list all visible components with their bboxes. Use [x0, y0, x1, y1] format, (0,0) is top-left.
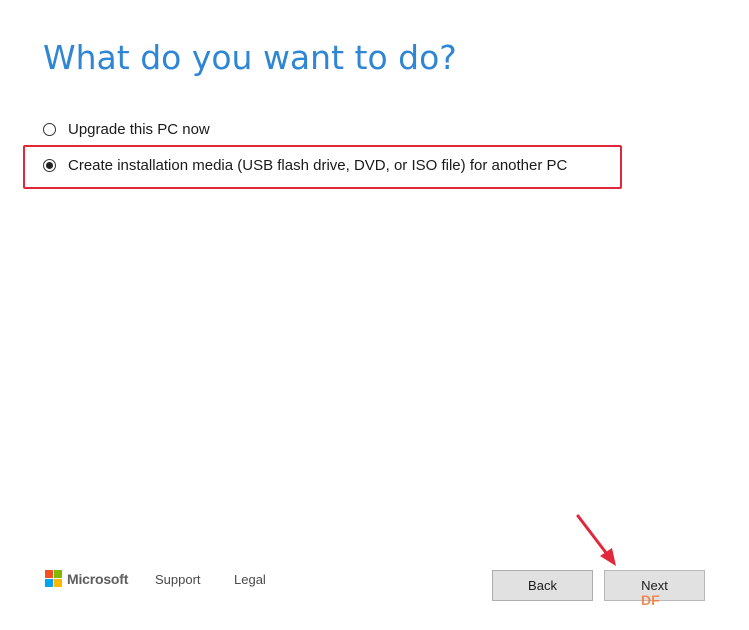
microsoft-logo: Microsoft: [45, 570, 128, 587]
page-title: What do you want to do?: [43, 38, 457, 77]
watermark-logo: DF: [641, 592, 660, 608]
legal-link[interactable]: Legal: [234, 572, 266, 587]
back-button[interactable]: Back: [492, 570, 593, 601]
microsoft-logo-icon: [45, 570, 62, 587]
option-label: Create installation media (USB flash dri…: [68, 157, 568, 174]
option-label: Upgrade this PC now: [68, 121, 210, 138]
option-upgrade-this-pc[interactable]: Upgrade this PC now: [43, 121, 210, 138]
setup-page: What do you want to do? Upgrade this PC …: [0, 0, 749, 630]
radio-button-checked[interactable]: [43, 159, 56, 172]
radio-button-unchecked[interactable]: [43, 123, 56, 136]
red-arrow-annotation-icon: [576, 514, 616, 566]
microsoft-wordmark: Microsoft: [67, 570, 129, 587]
support-link[interactable]: Support: [155, 572, 201, 587]
option-create-installation-media[interactable]: Create installation media (USB flash dri…: [43, 157, 567, 174]
